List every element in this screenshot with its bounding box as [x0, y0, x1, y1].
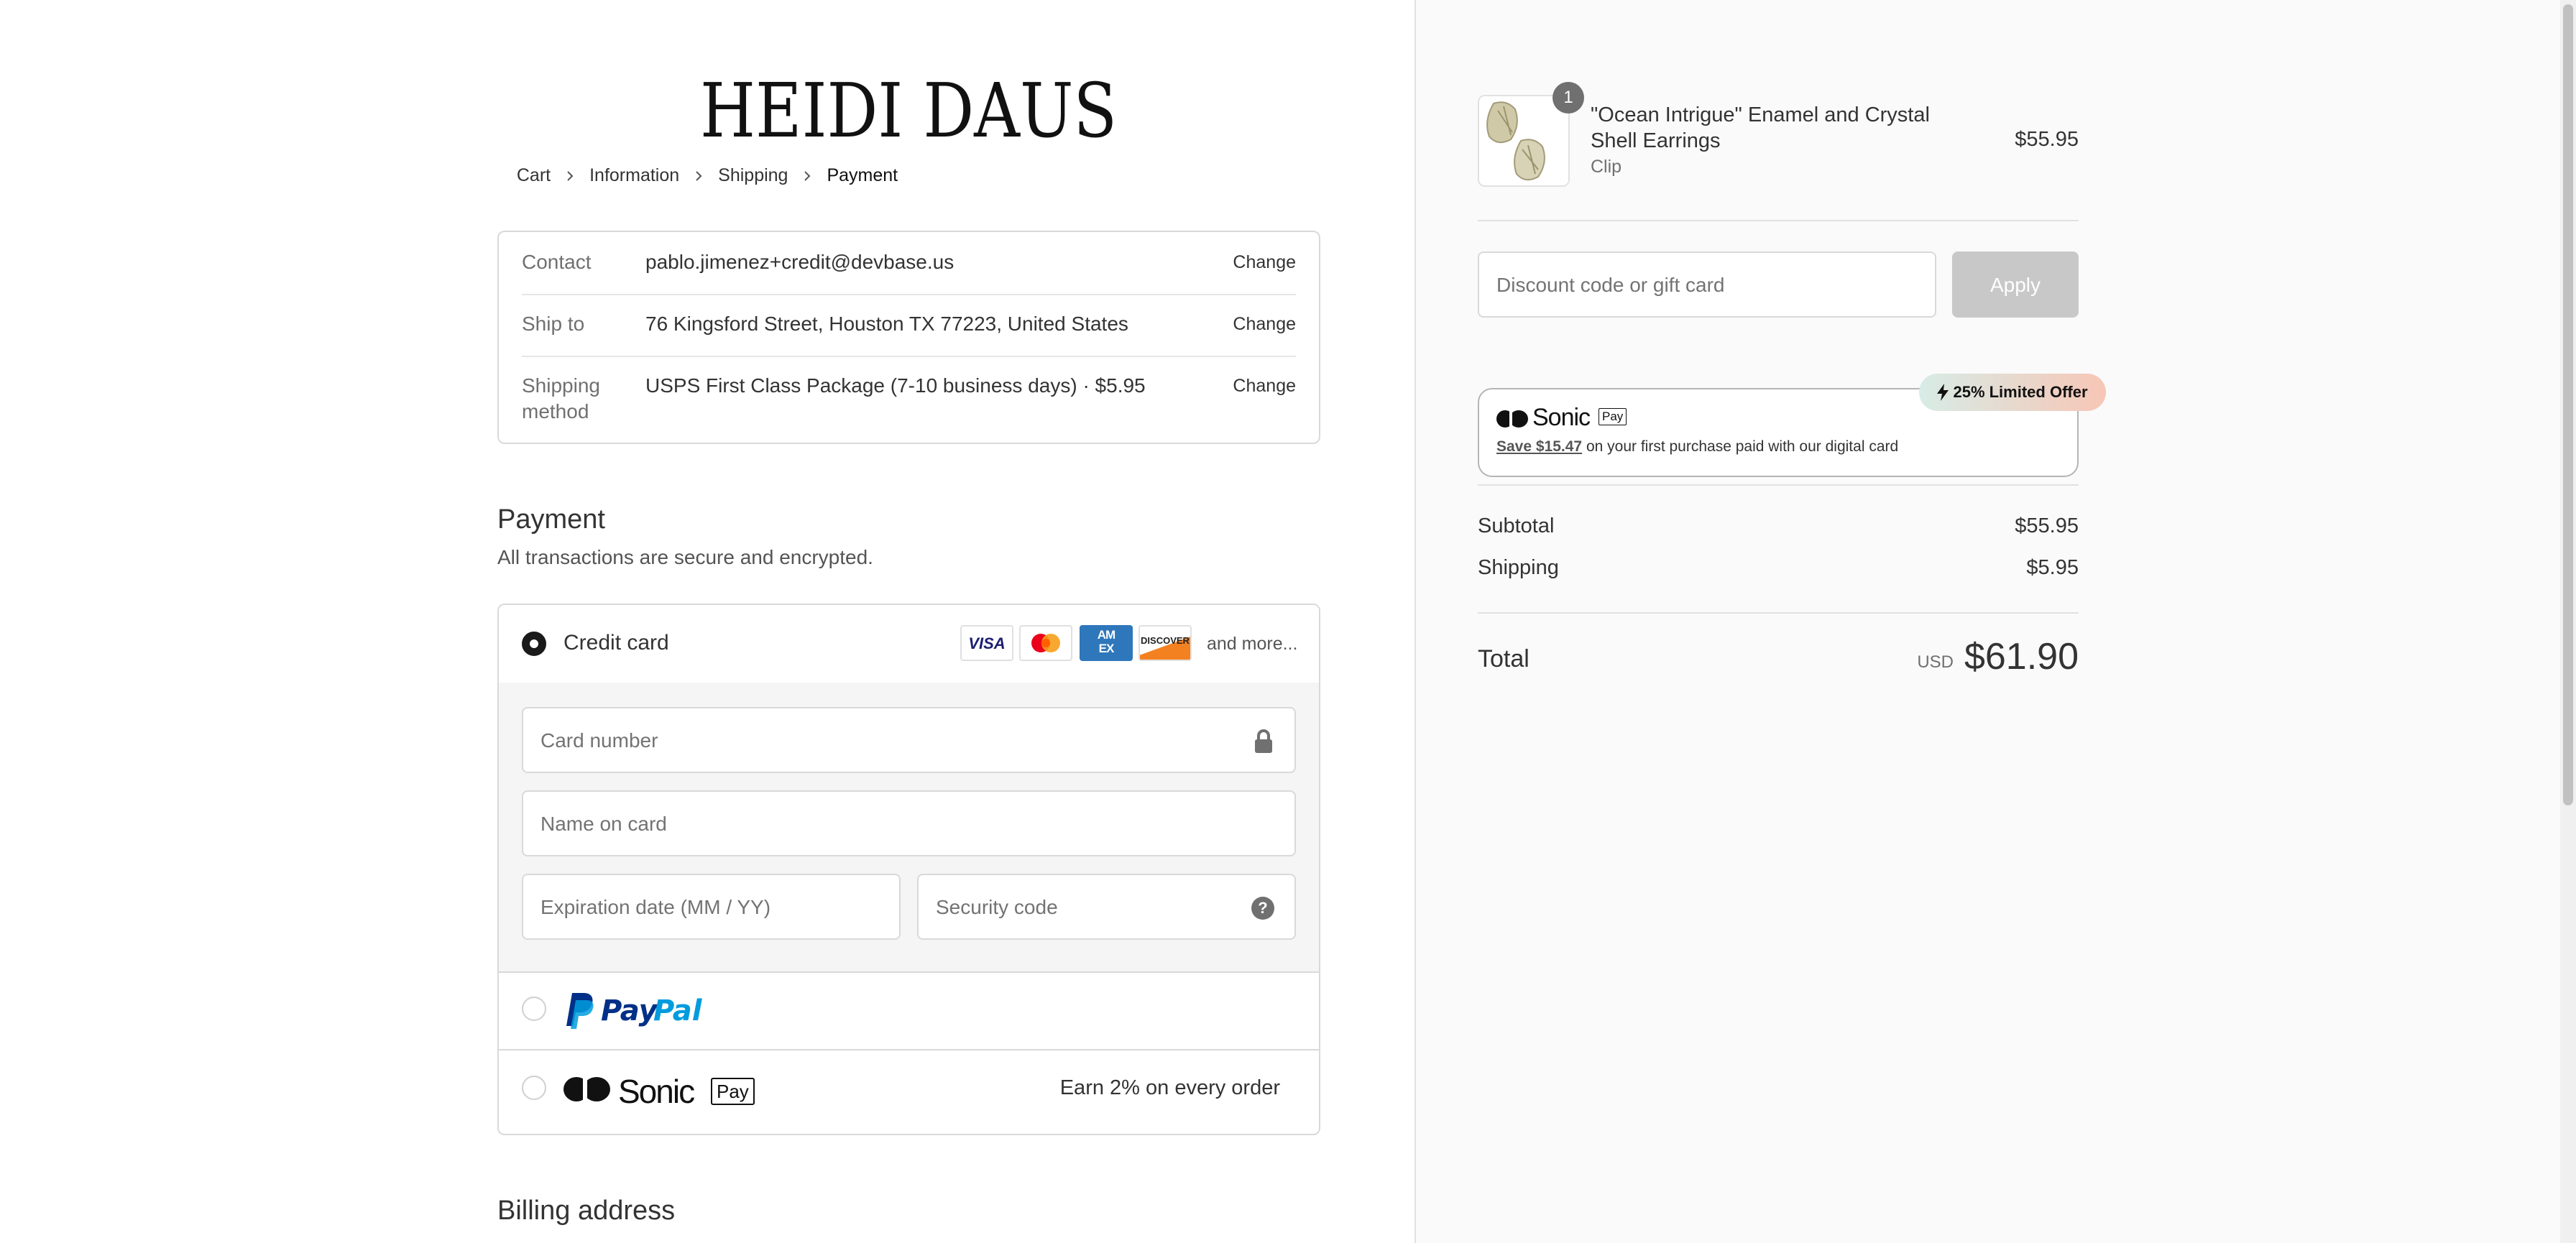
- shipping-value: $5.95: [2026, 556, 2079, 579]
- payment-heading: Payment: [497, 504, 605, 535]
- divider: [522, 294, 1296, 295]
- lightning-icon: [1937, 384, 1949, 401]
- security-code-field[interactable]: ?: [917, 874, 1296, 940]
- sonic-promo-description: on your first purchase paid with our dig…: [1582, 438, 1899, 455]
- expiration-field[interactable]: [522, 874, 901, 940]
- sonic-pay-option[interactable]: Sonic Pay Earn 2% on every order: [499, 1050, 1319, 1134]
- ship-to-value: 76 Kingsford Street, Houston TX 77223, U…: [645, 313, 1128, 335]
- lock-icon: [1255, 729, 1272, 753]
- sonic-brand: Sonic: [1532, 404, 1591, 431]
- paypal-logo-icon: Pay Pal: [566, 993, 703, 1029]
- breadcrumb-shipping[interactable]: Shipping: [718, 165, 788, 186]
- chevron-right-icon: [804, 170, 811, 181]
- breadcrumb-payment: Payment: [827, 165, 898, 185]
- svg-text:Pal: Pal: [653, 994, 703, 1027]
- chevron-right-icon: [567, 170, 574, 181]
- discount-input[interactable]: [1495, 253, 1908, 318]
- sonic-promo-text: Save $15.47 on your first purchase paid …: [1496, 438, 1898, 456]
- divider: [1478, 612, 2079, 614]
- product-variant: Clip: [1591, 157, 1622, 177]
- name-on-card-input[interactable]: [539, 792, 1159, 856]
- change-contact-link[interactable]: Change: [1233, 249, 1296, 275]
- help-icon[interactable]: ?: [1251, 897, 1274, 920]
- more-cards-text: and more...: [1207, 634, 1298, 654]
- sonic-icon: [1496, 410, 1528, 428]
- checkout-main: HEIDI DAUS Cart Information Shipping Pay…: [0, 0, 1414, 1243]
- sonic-icon: [564, 1077, 610, 1101]
- sonic-earn-note: Earn 2% on every order: [1059, 1076, 1280, 1099]
- logo-text: HEIDI DAUS: [700, 72, 1117, 144]
- mastercard-icon: [1019, 625, 1072, 661]
- scrollbar[interactable]: [2560, 0, 2576, 1243]
- product-price: $55.95: [2015, 128, 2079, 151]
- payment-subtitle: All transactions are secure and encrypte…: [497, 546, 873, 568]
- change-method-link[interactable]: Change: [1233, 373, 1296, 399]
- ship-to-label: Ship to: [522, 313, 585, 335]
- discount-field[interactable]: [1478, 251, 1936, 318]
- total-value: $61.90: [1964, 636, 2079, 678]
- security-code-input[interactable]: [934, 875, 1238, 940]
- shipping-label: Shipping: [1478, 556, 1559, 579]
- earring-image: [1479, 96, 1568, 185]
- divider: [522, 356, 1296, 357]
- card-number-field[interactable]: [522, 707, 1296, 773]
- sonic-save-amount: Save $15.47: [1496, 438, 1583, 455]
- subtotal-row: Subtotal $55.95: [1478, 514, 2079, 538]
- paypal-option[interactable]: Pay Pal: [499, 971, 1319, 1050]
- discover-icon: DISCOVER: [1138, 625, 1192, 661]
- paypal-radio[interactable]: [522, 997, 546, 1021]
- scrollbar-thumb[interactable]: [2563, 4, 2573, 805]
- apply-discount-button[interactable]: Apply: [1952, 251, 2079, 318]
- change-ship-to-link[interactable]: Change: [1233, 311, 1296, 337]
- shipping-method-value: USPS First Class Package (7-10 business …: [645, 374, 1146, 397]
- credit-card-form: ?: [499, 683, 1319, 973]
- shipping-row: Shipping $5.95: [1478, 556, 2079, 580]
- amex-icon: AM EX: [1080, 625, 1133, 661]
- contact-value: pablo.jimenez+credit@devbase.us: [645, 251, 954, 273]
- billing-address-heading: Billing address: [497, 1196, 676, 1226]
- limited-offer-badge: 25% Limited Offer: [1919, 374, 2106, 411]
- total-row: Total $61.90 USD: [1478, 636, 2079, 688]
- breadcrumb-information[interactable]: Information: [589, 165, 679, 186]
- store-logo[interactable]: HEIDI DAUS: [699, 67, 1119, 154]
- name-on-card-field[interactable]: [522, 790, 1296, 856]
- contact-label: Contact: [522, 251, 592, 273]
- order-review-box: Contact pablo.jimenez+credit@devbase.us …: [497, 231, 1320, 444]
- sonic-radio[interactable]: [522, 1076, 546, 1100]
- divider: [1478, 220, 2079, 221]
- card-number-input[interactable]: [539, 708, 1159, 773]
- total-label: Total: [1478, 645, 1530, 673]
- sonic-pay-tag: Pay: [1598, 408, 1627, 425]
- expiration-input[interactable]: [539, 875, 843, 940]
- divider: [1478, 484, 2079, 486]
- chevron-right-icon: [696, 170, 702, 181]
- subtotal-value: $55.95: [2015, 514, 2079, 537]
- visa-icon: VISA: [960, 625, 1013, 661]
- credit-card-label: Credit card: [564, 631, 669, 655]
- quantity-badge: 1: [1552, 82, 1584, 114]
- breadcrumb-cart[interactable]: Cart: [517, 165, 551, 186]
- payment-methods: Credit card VISA AM EX DISCOVER and more.…: [497, 604, 1320, 1135]
- product-name: "Ocean Intrigue" Enamel and Crystal Shel…: [1591, 103, 1930, 152]
- order-summary: [1414, 0, 2576, 1243]
- sonic-pay-logo: Sonic Pay: [562, 1072, 778, 1110]
- product-thumbnail: [1478, 95, 1570, 187]
- shipping-method-label: Shipping method: [522, 374, 600, 422]
- subtotal-label: Subtotal: [1478, 514, 1555, 537]
- credit-card-radio[interactable]: [522, 632, 546, 656]
- svg-text:Pay: Pay: [601, 994, 659, 1027]
- breadcrumb: Cart Information Shipping Payment: [0, 165, 1414, 186]
- credit-card-option[interactable]: Credit card VISA AM EX DISCOVER and more.…: [499, 605, 1319, 684]
- currency-code: USD: [1917, 652, 1954, 672]
